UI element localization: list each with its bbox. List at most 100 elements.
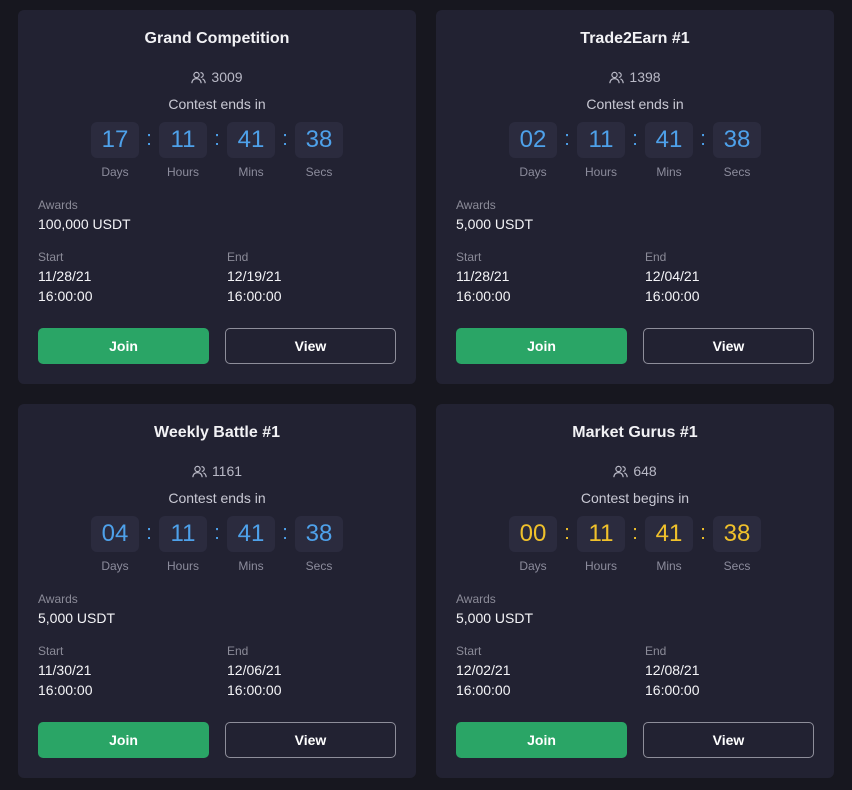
mins-label: Mins <box>656 559 682 573</box>
start-date: 11/30/21 <box>38 662 92 678</box>
contest-status: Contest ends in <box>168 490 266 506</box>
countdown-mins: 41 <box>645 516 693 552</box>
participants-count: 1161 <box>18 463 416 479</box>
join-button[interactable]: Join <box>38 328 209 364</box>
countdown-separator: : <box>146 522 152 544</box>
end-time: 16:00:00 <box>645 288 700 304</box>
end-label: End <box>645 644 667 658</box>
countdown-days: 02 <box>509 122 557 158</box>
countdown-separator: : <box>564 522 570 544</box>
participants-count: 3009 <box>18 69 416 85</box>
contest-card: Grand Competition 3009 Contest ends in 1… <box>18 10 416 384</box>
participants-value: 1161 <box>211 463 243 479</box>
end-label: End <box>645 250 667 264</box>
awards-label: Awards <box>38 198 78 212</box>
days-label: Days <box>101 165 129 179</box>
countdown-hours: 11 <box>159 516 207 552</box>
awards-value: 5,000 USDT <box>456 216 534 232</box>
users-icon <box>191 71 207 83</box>
start-date: 12/02/21 <box>456 662 511 678</box>
start-time: 16:00:00 <box>38 682 93 698</box>
countdown-days: 04 <box>91 516 139 552</box>
start-date: 11/28/21 <box>38 268 92 284</box>
view-button[interactable]: View <box>225 328 396 364</box>
start-time: 16:00:00 <box>456 682 511 698</box>
participants-value: 3009 <box>211 69 243 85</box>
contest-status: Contest begins in <box>580 490 690 506</box>
countdown-separator: : <box>632 522 638 544</box>
secs-label: Secs <box>305 165 333 179</box>
mins-label: Mins <box>238 165 264 179</box>
days-label: Days <box>519 165 547 179</box>
view-button[interactable]: View <box>643 328 814 364</box>
secs-label: Secs <box>723 559 751 573</box>
countdown-timer: 00 : 11 : 41 : 38 Days Hours Mins Secs <box>509 516 761 576</box>
awards-value: 5,000 USDT <box>38 610 116 626</box>
users-icon <box>613 465 629 477</box>
start-label: Start <box>456 250 482 264</box>
participants-count: 648 <box>436 463 834 479</box>
countdown-timer: 17 : 11 : 41 : 38 Days Hours Mins Secs <box>91 122 343 182</box>
end-date: 12/06/21 <box>227 662 282 678</box>
end-label: End <box>227 644 249 658</box>
countdown-days: 17 <box>91 122 139 158</box>
users-icon <box>609 71 625 83</box>
users-icon <box>192 465 207 477</box>
start-time: 16:00:00 <box>456 288 511 304</box>
participants-count: 1398 <box>436 69 834 85</box>
countdown-hours: 11 <box>577 516 625 552</box>
view-button[interactable]: View <box>643 722 814 758</box>
join-button[interactable]: Join <box>38 722 209 758</box>
countdown-secs: 38 <box>713 122 761 158</box>
countdown-hours: 11 <box>159 122 207 158</box>
contest-title: Market Gurus #1 <box>572 424 698 441</box>
end-date: 12/04/21 <box>645 268 700 284</box>
start-time: 16:00:00 <box>38 288 93 304</box>
contest-card: Market Gurus #1 648 Contest begins in 00… <box>436 404 834 778</box>
countdown-timer: 02 : 11 : 41 : 38 Days Hours Mins Secs <box>509 122 761 182</box>
hours-label: Hours <box>166 559 199 573</box>
countdown-secs: 38 <box>295 122 343 158</box>
join-button[interactable]: Join <box>456 328 627 364</box>
countdown-separator: : <box>282 522 288 544</box>
awards-value: 5,000 USDT <box>456 610 534 626</box>
end-date: 12/19/21 <box>227 268 282 284</box>
countdown-separator: : <box>700 522 706 544</box>
end-time: 16:00:00 <box>227 682 282 698</box>
contest-grid: Grand Competition 3009 Contest ends in 1… <box>0 0 852 790</box>
countdown-days: 00 <box>509 516 557 552</box>
end-time: 16:00:00 <box>645 682 700 698</box>
contest-status: Contest ends in <box>168 96 266 112</box>
countdown-separator: : <box>214 522 220 544</box>
days-label: Days <box>519 559 547 573</box>
secs-label: Secs <box>305 559 333 573</box>
contest-card: Trade2Earn #1 1398 Contest ends in 02 : … <box>436 10 834 384</box>
contest-status: Contest ends in <box>586 96 684 112</box>
start-label: Start <box>38 250 64 264</box>
hours-label: Hours <box>166 165 199 179</box>
countdown-secs: 38 <box>295 516 343 552</box>
join-button[interactable]: Join <box>456 722 627 758</box>
countdown-separator: : <box>214 128 220 150</box>
contest-title: Grand Competition <box>144 30 290 47</box>
end-label: End <box>227 250 249 264</box>
start-label: Start <box>38 644 64 658</box>
countdown-hours: 11 <box>577 122 625 158</box>
awards-label: Awards <box>456 198 496 212</box>
awards-label: Awards <box>456 592 496 606</box>
view-button[interactable]: View <box>225 722 396 758</box>
countdown-mins: 41 <box>227 122 275 158</box>
hours-label: Hours <box>584 165 617 179</box>
participants-value: 648 <box>633 463 657 479</box>
end-date: 12/08/21 <box>645 662 700 678</box>
mins-label: Mins <box>656 165 682 179</box>
participants-value: 1398 <box>629 69 661 85</box>
countdown-secs: 38 <box>713 516 761 552</box>
countdown-separator: : <box>146 128 152 150</box>
countdown-separator: : <box>282 128 288 150</box>
mins-label: Mins <box>238 559 264 573</box>
days-label: Days <box>101 559 129 573</box>
contest-card: Weekly Battle #1 1161 Contest ends in 04… <box>18 404 416 778</box>
contest-title: Trade2Earn #1 <box>580 30 690 47</box>
end-time: 16:00:00 <box>227 288 282 304</box>
